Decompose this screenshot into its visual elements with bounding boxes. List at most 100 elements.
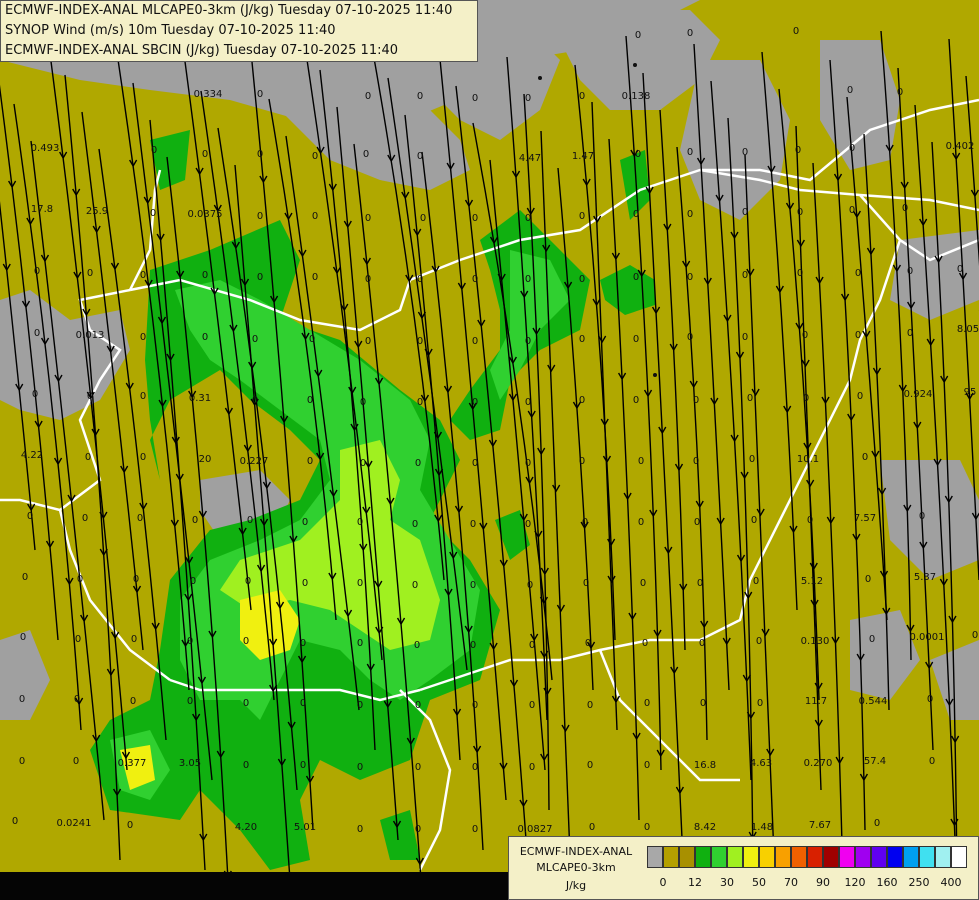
sbcin-value-label: 20 <box>199 454 212 465</box>
sbcin-value-label: 7.67 <box>809 820 831 831</box>
sbcin-value-label: 1.47 <box>572 151 594 162</box>
sbcin-value-label: 0 <box>187 696 193 707</box>
sbcin-value-label: 4.63 <box>750 758 772 769</box>
sbcin-value-label: 0 <box>579 456 585 467</box>
bottom-strip <box>0 872 508 900</box>
sbcin-value-label: 0 <box>803 393 809 404</box>
sbcin-value-label: 0 <box>150 208 156 219</box>
sbcin-value-label: 0 <box>865 574 871 585</box>
legend-swatch <box>679 846 695 868</box>
legend-swatch <box>711 846 727 868</box>
sbcin-value-label: 4.20 <box>235 822 257 833</box>
sbcin-value-label: 0 <box>417 397 423 408</box>
sbcin-value-label: 0 <box>74 694 80 705</box>
sbcin-value-label: 0 <box>472 93 478 104</box>
sbcin-value-label: 0 <box>34 266 40 277</box>
sbcin-value-label: 0 <box>642 638 648 649</box>
sbcin-value-label: 0 <box>257 89 263 100</box>
sbcin-value-label: 0 <box>32 389 38 400</box>
sbcin-value-label: 0 <box>751 515 757 526</box>
sbcin-value-label: 0 <box>302 578 308 589</box>
legend-tick-label: 90 <box>816 876 830 889</box>
header-line-wind: SYNOP Wind (m/s) 10m Tuesday 07-10-2025 … <box>5 23 336 38</box>
sbcin-value-label: 0 <box>579 211 585 222</box>
sbcin-value-label: 0 <box>525 397 531 408</box>
sbcin-value-label: 0.377 <box>118 758 147 769</box>
sbcin-value-label: 0 <box>415 824 421 835</box>
sbcin-value-label: 0 <box>417 151 423 162</box>
sbcin-value-label: 0 <box>862 452 868 463</box>
sbcin-value-label: 0 <box>742 147 748 158</box>
sbcin-value-label: 5.12 <box>801 576 823 587</box>
legend-title: ECMWF-INDEX-ANAL <box>519 845 633 858</box>
sbcin-value-label: 57.4 <box>864 756 886 767</box>
sbcin-value-label: 0 <box>587 700 593 711</box>
sbcin-value-label: 0 <box>415 458 421 469</box>
sbcin-value-label: 0.130 <box>801 636 830 647</box>
sbcin-value-label: 0 <box>525 519 531 530</box>
sbcin-value-label: 0 <box>857 391 863 402</box>
sbcin-value-label: 0 <box>582 517 588 528</box>
legend-swatch <box>919 846 935 868</box>
sbcin-value-label: 0 <box>585 638 591 649</box>
sbcin-value-label: 0 <box>472 213 478 224</box>
sbcin-value-label: 0 <box>131 634 137 645</box>
sbcin-value-label: 0 <box>633 272 639 283</box>
sbcin-value-label: 0 <box>687 209 693 220</box>
sbcin-value-label: 0 <box>302 517 308 528</box>
legend-swatch <box>871 846 887 868</box>
sbcin-value-label: 0 <box>192 515 198 526</box>
sbcin-value-label: 5.01 <box>294 822 316 833</box>
sbcin-value-label: 0 <box>902 203 908 214</box>
sbcin-value-label: 0 <box>27 511 33 522</box>
sbcin-value-label: 0 <box>312 211 318 222</box>
sbcin-value-label: 0 <box>855 330 861 341</box>
sbcin-value-label: 7.57 <box>854 513 876 524</box>
sbcin-value-label: 0 <box>415 700 421 711</box>
sbcin-value-label: 0 <box>907 328 913 339</box>
weather-map: 0.334 0 0 0 0 0 0 0.138 0 0 0 0 0 0.493 0 0 0 0 0 0 4.47 1.47… <box>0 0 979 900</box>
sbcin-value-label: 0 <box>525 458 531 469</box>
sbcin-value-label: 0 <box>742 332 748 343</box>
sbcin-value-label: 0 <box>365 91 371 102</box>
sbcin-value-label: 0.544 <box>859 696 888 707</box>
sbcin-value-label: 0 <box>579 395 585 406</box>
legend-swatch <box>663 846 679 868</box>
sbcin-value-label: 0 <box>687 147 693 158</box>
sbcin-value-label: 0 <box>644 760 650 771</box>
sbcin-value-label: 0 <box>472 700 478 711</box>
sbcin-value-label: 0 <box>82 513 88 524</box>
legend-tick-label: 400 <box>940 876 962 889</box>
sbcin-value-label: 0 <box>87 391 93 402</box>
sbcin-value-label: 8.42 <box>694 822 716 833</box>
legend-swatch <box>807 846 823 868</box>
sbcin-value-label: 0 <box>793 26 799 37</box>
legend-swatch <box>855 846 871 868</box>
sbcin-value-label: 0 <box>20 632 26 643</box>
sbcin-value-label: 0 <box>529 700 535 711</box>
color-legend: ECMWF-INDEX-ANAL MLCAPE0-3km J/kg 0 12 30 5… <box>508 836 979 900</box>
sbcin-value-label: 0 <box>589 822 595 833</box>
sbcin-value-label: 5.37 <box>914 572 936 583</box>
sbcin-value-label: 0.0241 <box>57 818 92 829</box>
sbcin-value-label: 0 <box>307 456 313 467</box>
legend-tick-label: 250 <box>908 876 930 889</box>
sbcin-value-label: 16.8 <box>694 760 716 771</box>
sbcin-value-label: 0 <box>133 574 139 585</box>
sbcin-value-label: 0 <box>747 393 753 404</box>
sbcin-value-label: 0 <box>635 30 641 41</box>
sbcin-value-label: 0 <box>470 640 476 651</box>
sbcin-value-label: 0 <box>417 336 423 347</box>
sbcin-value-label: 0 <box>365 213 371 224</box>
sbcin-value-label: 0 <box>312 272 318 283</box>
sbcin-value-label: 0 <box>699 638 705 649</box>
sbcin-value-label: 0 <box>927 694 933 705</box>
sbcin-value-label: 0 <box>243 636 249 647</box>
legend-swatch <box>791 846 807 868</box>
sbcin-value-label: 0.493 <box>31 143 60 154</box>
sbcin-value-label: 0 <box>638 517 644 528</box>
legend-unit: J/kg <box>565 879 587 892</box>
sbcin-value-label: 0 <box>312 151 318 162</box>
sbcin-value-label: 0 <box>85 452 91 463</box>
sbcin-value-label: 0 <box>579 334 585 345</box>
